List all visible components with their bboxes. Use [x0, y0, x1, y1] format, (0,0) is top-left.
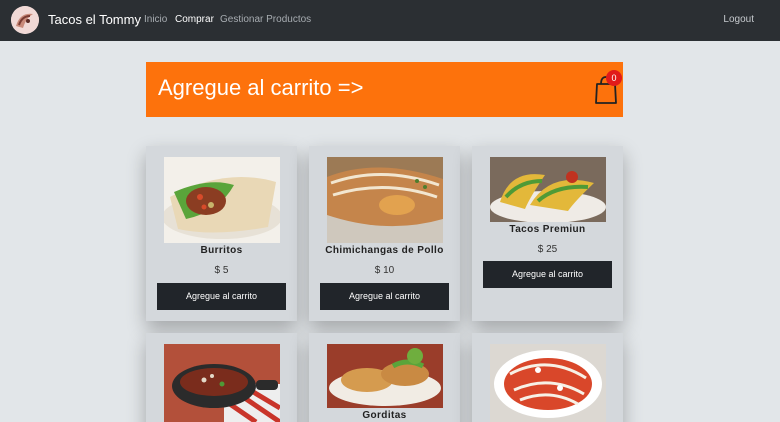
tacos-premiun-image	[490, 157, 606, 222]
gorditas-image	[327, 344, 443, 408]
add-to-cart-button[interactable]: Agregue al carrito	[483, 261, 612, 288]
banner-title: Agregue al carrito =>	[158, 75, 364, 100]
product-name: Burritos	[200, 245, 243, 256]
logout-link[interactable]: Logout	[723, 14, 754, 25]
product-card-gorditas: Gorditas	[309, 333, 460, 422]
product-price: $ 5	[214, 265, 229, 276]
burritos-image	[164, 157, 280, 243]
nav-link-comprar[interactable]: Comprar	[175, 14, 214, 25]
add-to-cart-button[interactable]: Agregue al carrito	[320, 283, 449, 310]
add-to-cart-button[interactable]: Agregue al carrito	[157, 283, 286, 310]
product-card-burritos: Burritos $ 5 Agregue al carrito	[146, 146, 297, 321]
chimichangas-image	[327, 157, 443, 243]
tostadas-image	[490, 344, 606, 422]
cart-count-badge: 0	[606, 70, 622, 86]
navbar: Tacos el Tommy Inicio Comprar Gestionar …	[0, 0, 780, 41]
product-name: Chimichangas de Pollo	[325, 245, 444, 256]
taco-logo-icon[interactable]	[11, 6, 39, 34]
brand-name[interactable]: Tacos el Tommy	[48, 12, 141, 27]
product-name: Gorditas	[362, 410, 407, 421]
product-card	[146, 333, 297, 422]
cart-banner: Agregue al carrito => 0	[146, 62, 623, 117]
product-name: Tacos Premiun	[509, 224, 586, 235]
product-card	[472, 333, 623, 422]
product-price: $ 10	[374, 265, 395, 276]
product-card-tacos-premiun: Tacos Premiun $ 25 Agregue al carrito	[472, 146, 623, 321]
nav-link-inicio[interactable]: Inicio	[144, 14, 167, 25]
product-price: $ 25	[537, 244, 558, 255]
bean-dish-image	[164, 344, 280, 422]
product-card-chimichangas: Chimichangas de Pollo $ 10 Agregue al ca…	[309, 146, 460, 321]
nav-link-gestionar-productos[interactable]: Gestionar Productos	[220, 14, 311, 25]
